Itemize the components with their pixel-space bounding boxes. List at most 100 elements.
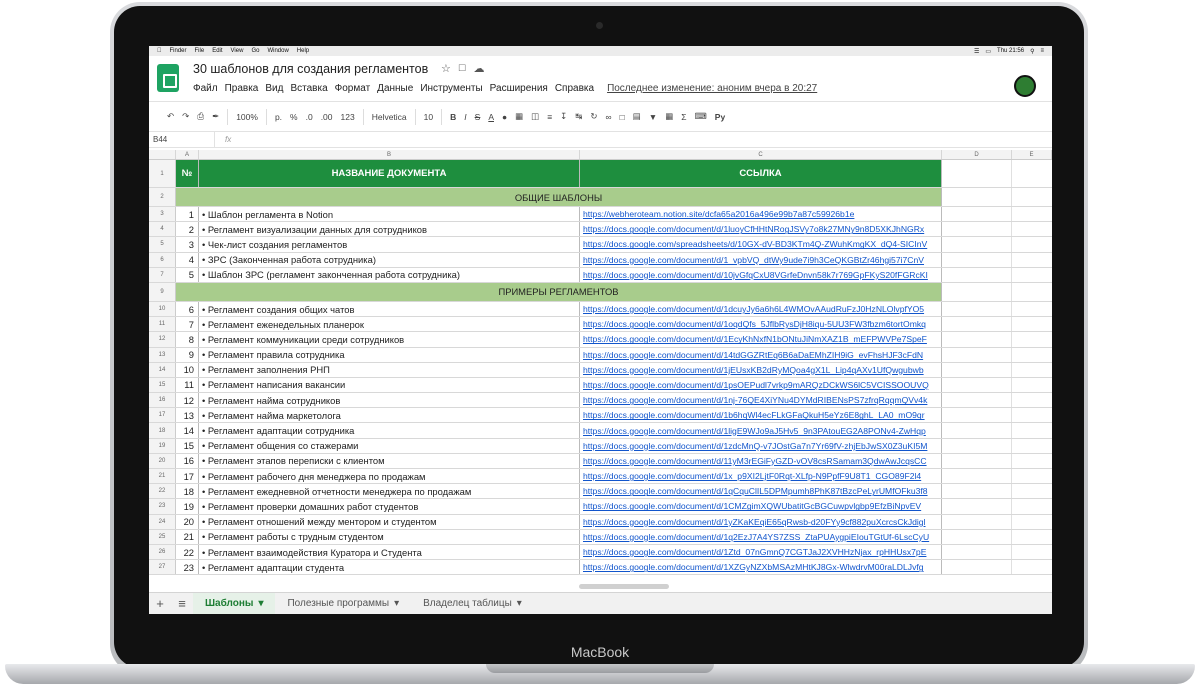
document-link[interactable]: https://docs.google.com/document/d/1luoy… bbox=[580, 222, 942, 237]
row-number[interactable]: 23 bbox=[149, 499, 176, 514]
cell[interactable] bbox=[942, 347, 1012, 362]
row-number[interactable]: 22 bbox=[149, 484, 176, 499]
row-number[interactable]: 2 bbox=[149, 188, 176, 206]
filter-views-icon[interactable]: ▦ bbox=[665, 111, 673, 122]
cell[interactable] bbox=[942, 423, 1012, 438]
document-name[interactable]: • Регламент заполнения РНП bbox=[199, 362, 580, 377]
cell[interactable] bbox=[942, 237, 1012, 252]
document-link[interactable]: https://docs.google.com/document/d/1zdcM… bbox=[580, 438, 942, 453]
row-number[interactable]: 1 bbox=[149, 160, 176, 187]
row-index[interactable]: 16 bbox=[176, 453, 199, 468]
document-name[interactable]: • Регламент рабочего дня менеджера по пр… bbox=[199, 469, 580, 484]
row-index[interactable]: 10 bbox=[176, 362, 199, 377]
row-number[interactable]: 20 bbox=[149, 453, 176, 468]
cell[interactable] bbox=[1012, 499, 1052, 513]
menu-view[interactable]: View bbox=[231, 48, 244, 54]
row-index[interactable]: 14 bbox=[176, 423, 199, 438]
row-number[interactable]: 10 bbox=[149, 301, 176, 317]
document-link[interactable]: https://docs.google.com/document/d/1oqdQ… bbox=[580, 317, 942, 332]
cell[interactable] bbox=[942, 453, 1012, 468]
cell[interactable] bbox=[942, 393, 1012, 408]
input-tools-icon[interactable]: ⌨ bbox=[695, 111, 707, 122]
cell[interactable] bbox=[942, 332, 1012, 347]
document-name[interactable]: • Регламент работы с трудным студентом bbox=[199, 529, 580, 544]
horizontal-scrollbar[interactable] bbox=[579, 584, 669, 589]
menu-edit-ru[interactable]: Правка bbox=[225, 83, 259, 94]
cell[interactable] bbox=[1012, 348, 1052, 362]
increase-decimal-button[interactable]: .00 bbox=[321, 112, 333, 122]
cell[interactable] bbox=[942, 207, 1012, 222]
row-index[interactable]: 11 bbox=[176, 377, 199, 393]
document-link[interactable]: https://docs.google.com/document/d/1psOE… bbox=[580, 377, 942, 393]
cell[interactable] bbox=[942, 408, 1012, 423]
column-header[interactable]: C bbox=[580, 150, 942, 159]
row-index[interactable]: 9 bbox=[176, 347, 199, 362]
document-link[interactable]: https://docs.google.com/document/d/1yZKa… bbox=[580, 514, 942, 529]
document-link[interactable]: https://docs.google.com/document/d/1CMZg… bbox=[580, 499, 942, 514]
cell[interactable] bbox=[1012, 469, 1052, 483]
wifi-icon[interactable]: ☰ bbox=[974, 48, 979, 55]
battery-icon[interactable]: ▭ bbox=[985, 48, 991, 55]
borders-icon[interactable]: ▦ bbox=[515, 111, 523, 122]
cell[interactable] bbox=[942, 377, 1012, 393]
clock[interactable]: Thu 21:56 bbox=[997, 48, 1024, 55]
font-select[interactable]: Helvetica bbox=[372, 112, 407, 122]
document-link[interactable]: https://docs.google.com/document/d/1ligE… bbox=[580, 423, 942, 438]
row-number[interactable]: 24 bbox=[149, 514, 176, 529]
wrap-icon[interactable]: ↹ bbox=[575, 111, 582, 122]
menu-file[interactable]: File bbox=[195, 48, 205, 54]
document-link[interactable]: https://docs.google.com/document/d/1jEUs… bbox=[580, 362, 942, 377]
valign-icon[interactable]: ↧ bbox=[560, 111, 567, 122]
row-index[interactable]: 18 bbox=[176, 484, 199, 499]
cell[interactable] bbox=[1012, 515, 1052, 529]
filter-icon[interactable]: ▼ bbox=[649, 112, 657, 122]
document-name[interactable]: • Регламент адаптации студента bbox=[199, 560, 580, 575]
cell[interactable] bbox=[942, 301, 1012, 317]
input-language-icon[interactable]: Ру bbox=[715, 112, 725, 122]
doc-title[interactable]: 30 шаблонов для создания регламентов bbox=[193, 62, 428, 76]
document-name[interactable]: • Регламент этапов переписки с клиентом bbox=[199, 453, 580, 468]
cell[interactable] bbox=[942, 484, 1012, 499]
row-number[interactable]: 21 bbox=[149, 469, 176, 484]
row-index[interactable]: 5 bbox=[176, 267, 199, 282]
header-link[interactable]: ССЫЛКА bbox=[580, 160, 942, 187]
document-name[interactable]: • Регламент взаимодействия Куратора и Ст… bbox=[199, 544, 580, 560]
row-index[interactable]: 19 bbox=[176, 499, 199, 514]
italic-icon[interactable]: I bbox=[464, 112, 466, 122]
undo-icon[interactable]: ↶ bbox=[167, 111, 174, 122]
menu-insert-ru[interactable]: Вставка bbox=[290, 83, 327, 94]
apple-icon[interactable]:  bbox=[157, 48, 162, 54]
cell[interactable] bbox=[1012, 332, 1052, 346]
row-index[interactable]: 1 bbox=[176, 207, 199, 222]
column-header[interactable]: E bbox=[1012, 150, 1052, 159]
menu-format-ru[interactable]: Формат bbox=[335, 83, 371, 94]
row-number[interactable]: 3 bbox=[149, 207, 176, 222]
document-name[interactable]: • Регламент написания вакансии bbox=[199, 377, 580, 393]
print-icon[interactable]: ⎙ bbox=[197, 111, 204, 122]
list-icon[interactable]: ≡ bbox=[1040, 48, 1044, 55]
row-number[interactable]: 16 bbox=[149, 393, 176, 408]
cell[interactable] bbox=[942, 222, 1012, 237]
cell[interactable] bbox=[1012, 363, 1052, 377]
cell[interactable] bbox=[1012, 317, 1052, 331]
sheets-logo-icon[interactable] bbox=[157, 64, 179, 92]
tab-table-owner[interactable]: Владелец таблицы ▾ bbox=[411, 593, 534, 615]
row-index[interactable]: 8 bbox=[176, 332, 199, 347]
row-number[interactable]: 5 bbox=[149, 237, 176, 252]
row-index[interactable]: 21 bbox=[176, 529, 199, 544]
document-name[interactable]: • Регламент адаптации сотрудника bbox=[199, 423, 580, 438]
number-format-select[interactable]: 123 bbox=[341, 112, 355, 122]
menu-edit[interactable]: Edit bbox=[212, 48, 222, 54]
cell[interactable] bbox=[1012, 378, 1052, 392]
functions-icon[interactable]: Σ bbox=[681, 112, 686, 122]
document-name[interactable]: • Регламент ежедневной отчетности менедж… bbox=[199, 484, 580, 499]
row-number[interactable]: 25 bbox=[149, 529, 176, 544]
document-name[interactable]: • Регламент проверки домашних работ студ… bbox=[199, 499, 580, 514]
row-index[interactable]: 2 bbox=[176, 222, 199, 237]
strikethrough-icon[interactable]: S bbox=[475, 112, 481, 122]
document-name[interactable]: • Регламент общения со стажерами bbox=[199, 438, 580, 453]
cell[interactable] bbox=[942, 438, 1012, 453]
avatar[interactable] bbox=[1014, 75, 1036, 97]
menu-help[interactable]: Help bbox=[297, 48, 309, 54]
row-index[interactable]: 15 bbox=[176, 438, 199, 453]
